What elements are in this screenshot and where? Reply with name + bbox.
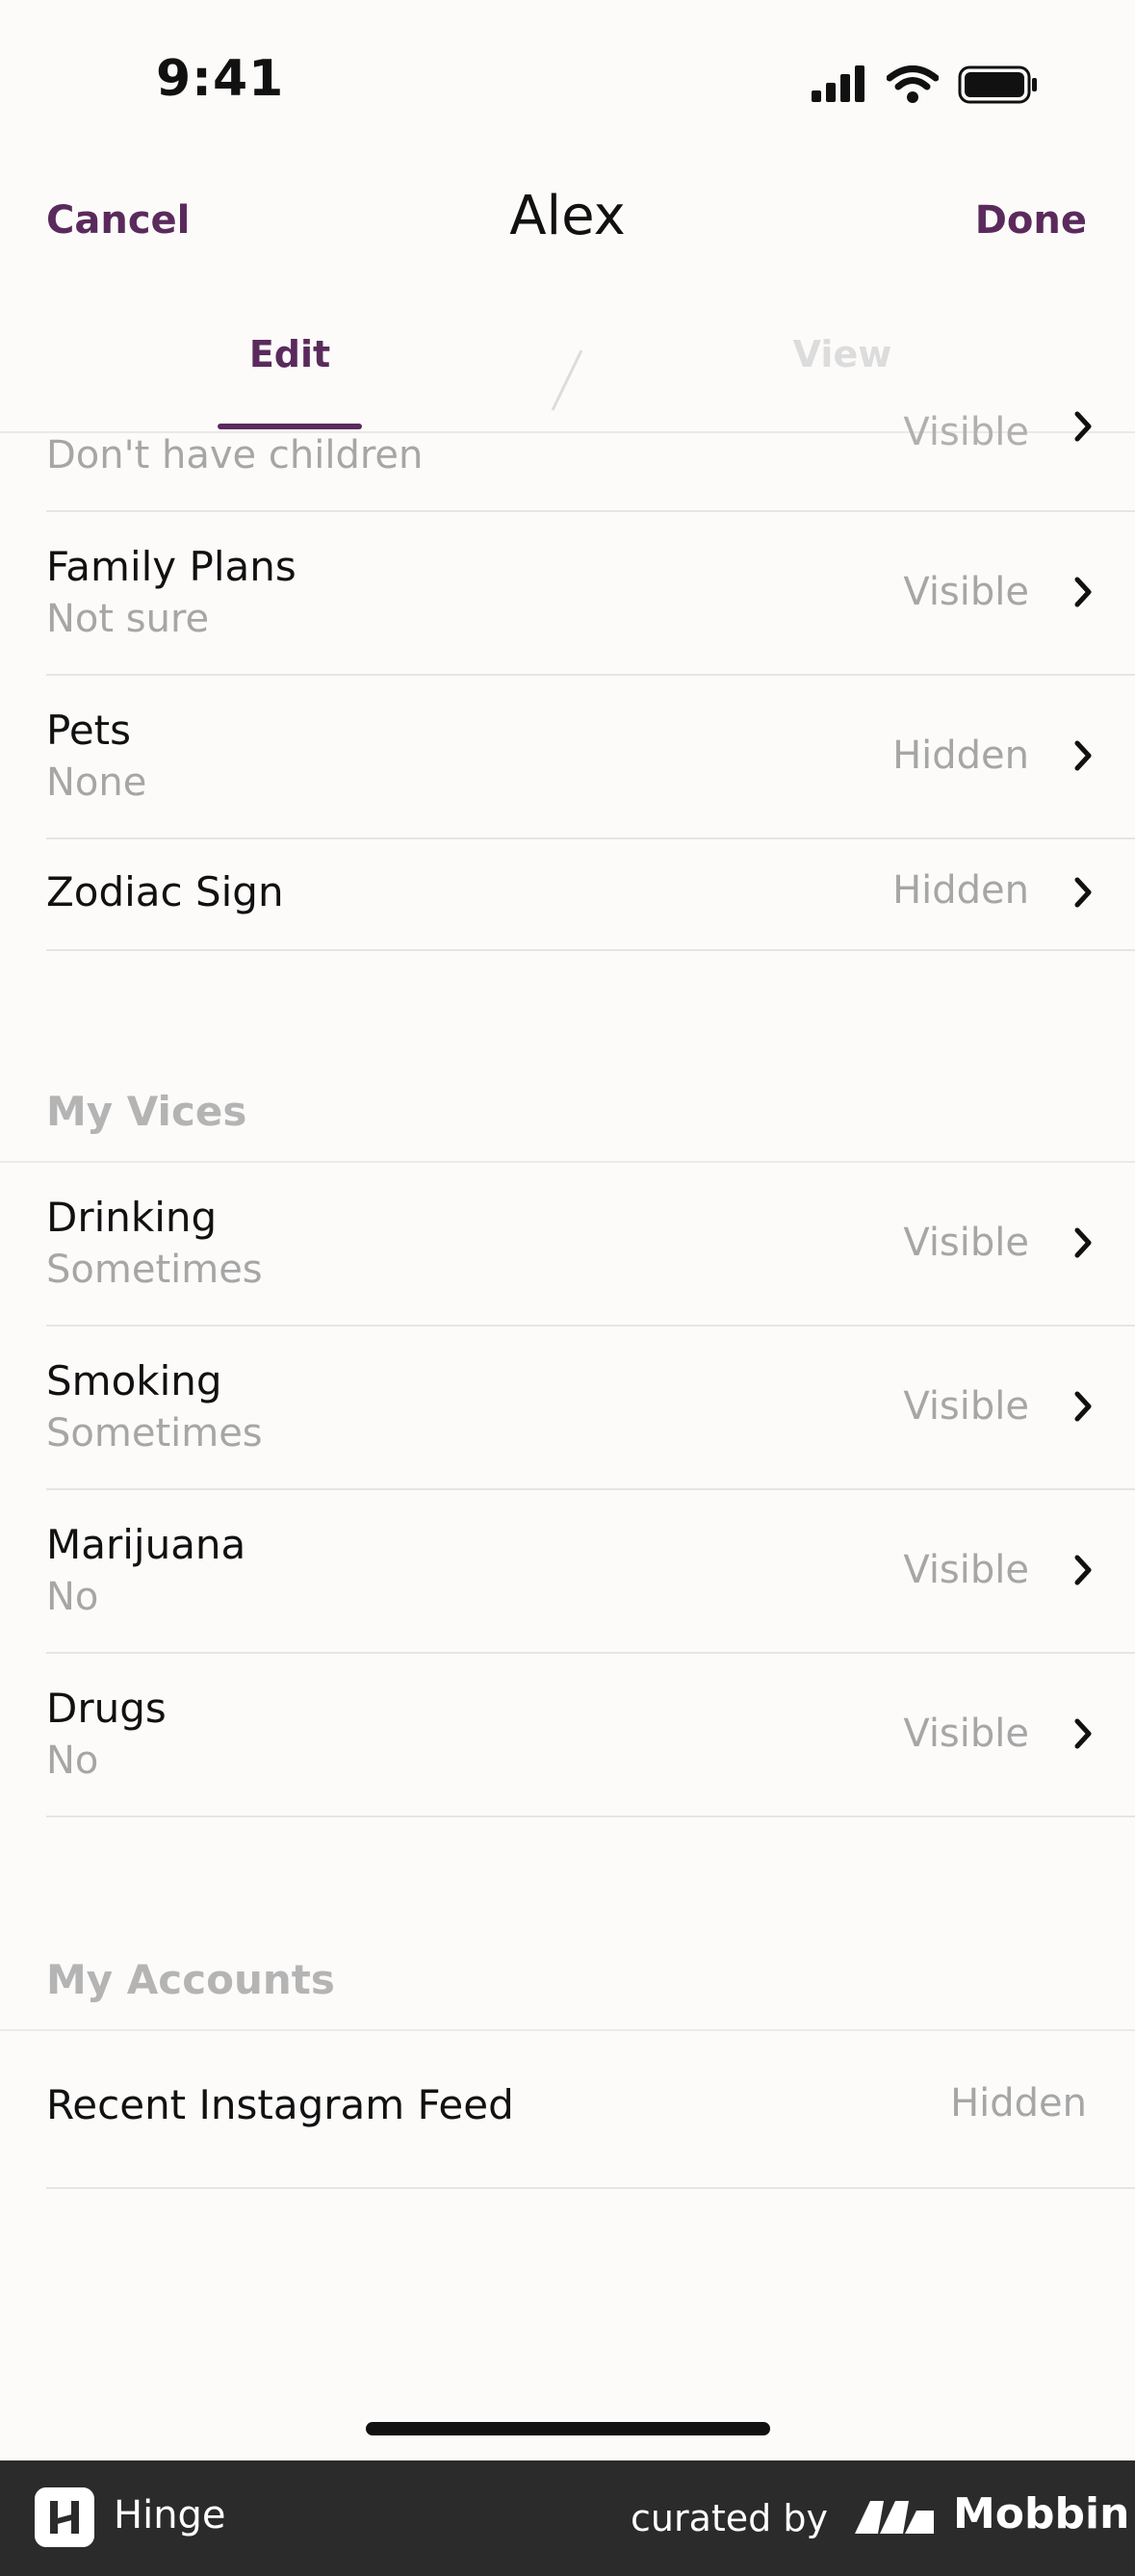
chevron-right-icon	[1074, 1555, 1092, 1585]
list-item-smoking[interactable]: Smoking Sometimes Visible	[46, 1327, 1135, 1490]
home-indicator	[366, 2422, 770, 2435]
row-subtitle: Sometimes	[46, 1248, 263, 1292]
chevron-right-icon	[1074, 577, 1092, 607]
list-item-drugs[interactable]: Drugs No Visible	[46, 1654, 1135, 1817]
list-item-instagram-feed[interactable]: Recent Instagram Feed Hidden	[46, 2031, 1135, 2189]
row-subtitle: No	[46, 1739, 99, 1783]
status-icons	[810, 64, 1039, 106]
visibility-label: Visible	[903, 410, 1029, 454]
row-title: Family Plans	[46, 543, 297, 590]
list-item-family-plans[interactable]: Family Plans Not sure Visible	[46, 512, 1135, 676]
footer-curated-by: curated by	[631, 2497, 828, 2539]
chevron-right-icon	[1074, 411, 1092, 442]
list-item-pets[interactable]: Pets None Hidden	[46, 676, 1135, 839]
visibility-label: Visible	[903, 570, 1029, 614]
visibility-label: Visible	[903, 1712, 1029, 1756]
list-item-marijuana[interactable]: Marijuana No Visible	[46, 1490, 1135, 1654]
visibility-label: Visible	[903, 1221, 1029, 1265]
mobbin-logo-icon	[855, 2501, 934, 2534]
wifi-icon	[887, 65, 939, 103]
list-item-children[interactable]: Visible Don't have children	[46, 410, 1135, 512]
row-subtitle: Sometimes	[46, 1411, 263, 1455]
row-title: Smoking	[46, 1357, 222, 1404]
done-button[interactable]: Done	[975, 198, 1087, 243]
row-title: Zodiac Sign	[46, 868, 284, 915]
visibility-label: Hidden	[892, 868, 1029, 913]
visibility-label: Visible	[903, 1384, 1029, 1429]
hinge-logo-icon	[35, 2487, 94, 2547]
chevron-right-icon	[1074, 877, 1092, 908]
status-time: 9:41	[156, 50, 285, 108]
row-subtitle: Not sure	[46, 597, 210, 641]
footer-brand: Mobbin	[953, 2489, 1130, 2538]
page-title: Alex	[509, 185, 626, 247]
chevron-right-icon	[1074, 1718, 1092, 1749]
row-title: Marijuana	[46, 1521, 246, 1568]
footer-app-name: Hinge	[114, 2493, 226, 2537]
row-subtitle: None	[46, 760, 147, 805]
footer-bar: Hinge curated by Mobbin	[0, 2460, 1135, 2576]
visibility-label: Visible	[903, 1548, 1029, 1592]
list-item-drinking[interactable]: Drinking Sometimes Visible	[46, 1163, 1135, 1327]
visibility-label: Hidden	[892, 734, 1029, 778]
tab-edit[interactable]: Edit	[218, 333, 362, 375]
row-title: Recent Instagram Feed	[46, 2081, 514, 2128]
row-title: Pets	[46, 707, 132, 754]
row-subtitle: Don't have children	[46, 433, 424, 477]
chevron-right-icon	[1074, 1227, 1092, 1258]
row-title: Drinking	[46, 1194, 218, 1241]
row-title: Drugs	[46, 1685, 167, 1732]
chevron-right-icon	[1074, 1391, 1092, 1422]
section-title-accounts: My Accounts	[46, 1956, 335, 2003]
list-item-zodiac-sign[interactable]: Zodiac Sign Hidden	[46, 839, 1135, 951]
battery-icon	[958, 65, 1037, 104]
visibility-label: Hidden	[950, 2081, 1087, 2125]
tab-divider	[551, 349, 583, 411]
chevron-right-icon	[1074, 740, 1092, 771]
tab-edit-underline	[218, 424, 362, 429]
tab-view[interactable]: View	[770, 333, 915, 375]
cellular-signal-icon	[812, 65, 864, 102]
section-title-vices: My Vices	[46, 1088, 247, 1135]
row-subtitle: No	[46, 1575, 99, 1619]
